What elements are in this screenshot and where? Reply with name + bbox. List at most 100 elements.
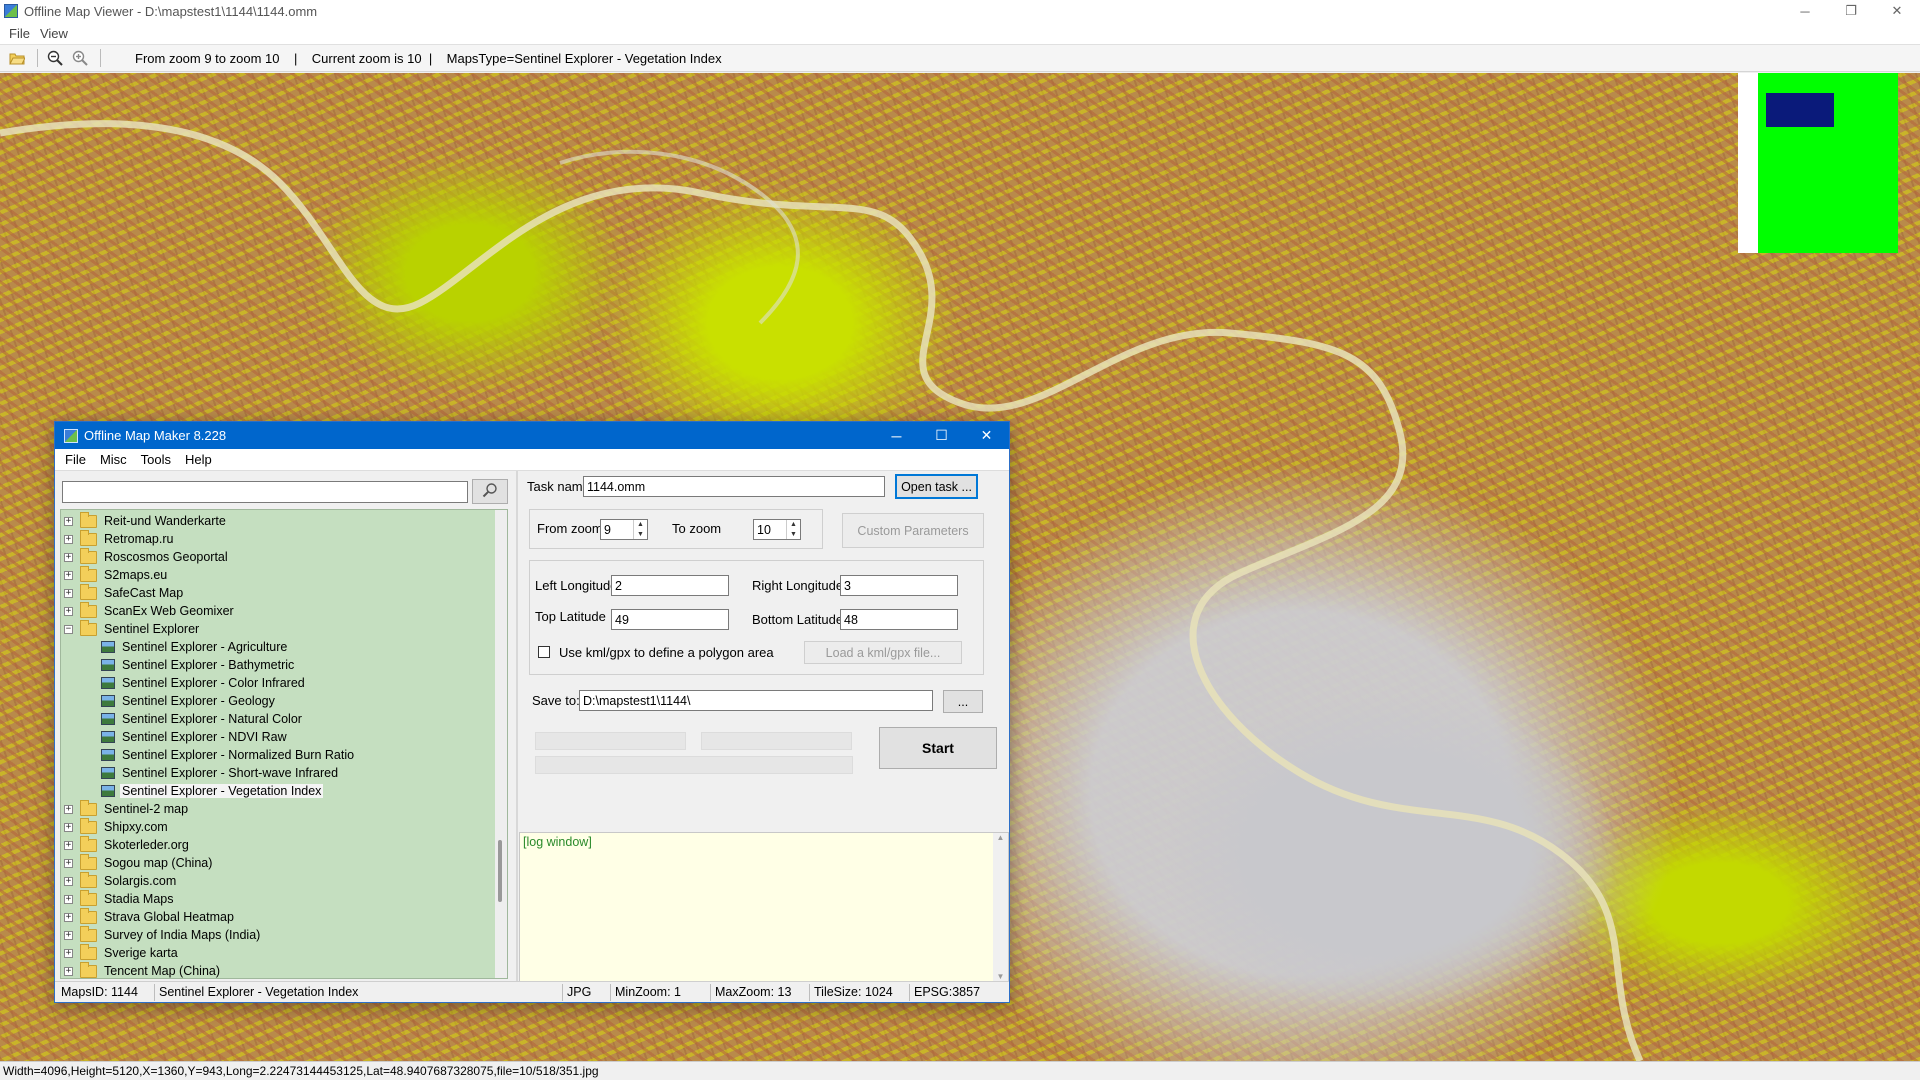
tree-folder-item[interactable]: + Reit-und Wanderkarte <box>61 511 228 530</box>
tree-folder-item[interactable]: + Survey of India Maps (India) <box>61 925 262 944</box>
minimize-button[interactable]: ─ <box>1782 0 1828 22</box>
panel-splitter[interactable] <box>516 471 518 982</box>
scroll-down-icon[interactable]: ▼ <box>993 972 1008 981</box>
spin-up-icon[interactable]: ▲ <box>634 520 647 530</box>
spin-up-icon[interactable]: ▲ <box>787 520 800 530</box>
minimap-viewport[interactable] <box>1766 93 1834 127</box>
tree-item-label: ScanEx Web Geomixer <box>104 604 234 618</box>
tree-item-label: Sentinel Explorer - Geology <box>122 694 275 708</box>
tree-folder-item[interactable]: + Stadia Maps <box>61 889 175 908</box>
minimap[interactable] <box>1738 73 1898 253</box>
start-button[interactable]: Start <box>879 727 997 769</box>
expand-icon[interactable]: + <box>64 534 73 544</box>
tree-folder-item[interactable]: + Retromap.ru <box>61 529 175 548</box>
bottom-latitude-input[interactable] <box>840 609 958 630</box>
status-map-name: Sentinel Explorer - Vegetation Index <box>155 984 563 1001</box>
tree-map-item[interactable]: Sentinel Explorer - Vegetation Index <box>61 782 324 800</box>
expand-icon[interactable]: + <box>64 948 73 958</box>
map-source-tree[interactable]: + Reit-und Wanderkarte + Retromap.ru + Roscos… <box>60 509 508 979</box>
to-zoom-spinner[interactable]: 10 ▲ ▼ <box>753 519 801 540</box>
expand-icon[interactable]: + <box>64 966 73 976</box>
dialog-menu-tools[interactable]: Tools <box>134 452 178 467</box>
expand-icon[interactable]: + <box>64 876 73 886</box>
tree-map-item[interactable]: Sentinel Explorer - NDVI Raw <box>61 728 289 746</box>
tree-map-item[interactable]: Sentinel Explorer - Bathymetric <box>61 656 296 674</box>
save-to-input[interactable] <box>579 690 933 711</box>
expand-icon[interactable]: + <box>64 552 73 562</box>
expand-icon[interactable]: + <box>64 930 73 940</box>
app-toolbar: From zoom 9 to zoom 10 | Current zoom is… <box>0 44 1920 72</box>
tree-map-item[interactable]: Sentinel Explorer - Short-wave Infrared <box>61 764 340 782</box>
tree-map-item[interactable]: Sentinel Explorer - Natural Color <box>61 710 304 728</box>
task-name-input[interactable] <box>583 476 885 497</box>
search-button[interactable] <box>472 479 508 504</box>
tree-folder-item[interactable]: + Solargis.com <box>61 871 178 890</box>
scroll-up-icon[interactable]: ▲ <box>993 833 1008 842</box>
log-scrollbar[interactable]: ▲ ▼ <box>993 833 1008 981</box>
spin-down-icon[interactable]: ▼ <box>787 530 800 540</box>
tree-map-item[interactable]: Sentinel Explorer - Normalized Burn Rati… <box>61 746 356 764</box>
tree-scrollbar[interactable] <box>495 510 507 978</box>
open-task-button[interactable]: Open task ... <box>895 474 978 499</box>
tree-folder-item[interactable]: − Sentinel Explorer <box>61 619 201 638</box>
expand-icon[interactable]: + <box>64 588 73 598</box>
kml-polygon-checkbox[interactable] <box>538 646 550 658</box>
tree-folder-item[interactable]: + Tencent Map (China) <box>61 961 222 978</box>
tree-folder-item[interactable]: + SafeCast Map <box>61 583 185 602</box>
tree-folder-item[interactable]: + Strava Global Heatmap <box>61 907 236 926</box>
expand-icon[interactable]: + <box>64 822 73 832</box>
expand-icon[interactable]: + <box>64 516 73 526</box>
tree-map-item[interactable]: Sentinel Explorer - Agriculture <box>61 638 289 656</box>
expand-icon[interactable]: + <box>64 840 73 850</box>
tree-folder-item[interactable]: + Sogou map (China) <box>61 853 214 872</box>
folder-icon <box>80 511 97 528</box>
expand-icon[interactable]: + <box>64 912 73 922</box>
tree-folder-item[interactable]: + Shipxy.com <box>61 817 170 836</box>
menu-view[interactable]: View <box>35 26 73 41</box>
top-latitude-input[interactable] <box>611 609 729 630</box>
restore-button[interactable]: ❐ <box>1828 0 1874 22</box>
tree-item-label: Stadia Maps <box>104 892 174 906</box>
log-window[interactable]: [log window] ▲ ▼ <box>519 832 1009 982</box>
tree-scroll-thumb[interactable] <box>498 840 502 902</box>
zoom-out-icon[interactable] <box>44 47 66 69</box>
tree-folder-item[interactable]: + S2maps.eu <box>61 565 169 584</box>
right-longitude-input[interactable] <box>840 575 958 596</box>
dialog-close-button[interactable]: ✕ <box>964 422 1009 449</box>
app-title-bar: Offline Map Viewer - D:\mapstest1\1144\1… <box>0 0 1920 22</box>
tree-map-item[interactable]: Sentinel Explorer - Geology <box>61 692 277 710</box>
menu-file[interactable]: File <box>4 26 35 41</box>
tree-item-label: Strava Global Heatmap <box>104 910 234 924</box>
left-longitude-input[interactable] <box>611 575 729 596</box>
open-folder-icon[interactable] <box>6 47 28 69</box>
tree-folder-item[interactable]: + Sverige karta <box>61 943 180 962</box>
close-button[interactable]: ✕ <box>1874 0 1920 22</box>
dialog-maximize-button[interactable]: ☐ <box>919 422 964 449</box>
expand-icon[interactable]: + <box>64 570 73 580</box>
browse-button[interactable]: ... <box>943 690 983 713</box>
tree-folder-item[interactable]: + Skoterleder.org <box>61 835 191 854</box>
tree-folder-item[interactable]: + ScanEx Web Geomixer <box>61 601 236 620</box>
spin-down-icon[interactable]: ▼ <box>634 530 647 540</box>
dialog-menu-help[interactable]: Help <box>178 452 219 467</box>
zoom-in-icon[interactable] <box>69 47 91 69</box>
tree-folder-item[interactable]: + Sentinel-2 map <box>61 799 190 818</box>
dialog-title-bar[interactable]: Offline Map Maker 8.228 ─ ☐ ✕ <box>55 422 1009 449</box>
expand-icon[interactable]: + <box>64 858 73 868</box>
tree-item-label: Sentinel Explorer - Short-wave Infrared <box>122 766 339 780</box>
collapse-icon[interactable]: − <box>64 624 73 634</box>
dialog-menu-file[interactable]: File <box>58 452 93 467</box>
tree-item-label: Sentinel-2 map <box>104 802 189 816</box>
map-search-input[interactable] <box>62 481 468 503</box>
expand-icon[interactable]: + <box>64 804 73 814</box>
load-kml-button[interactable]: Load a kml/gpx file... <box>804 641 962 664</box>
expand-icon[interactable]: + <box>64 894 73 904</box>
tree-folder-item[interactable]: + Roscosmos Geoportal <box>61 547 230 566</box>
tree-map-item[interactable]: Sentinel Explorer - Color Infrared <box>61 674 307 692</box>
dialog-minimize-button[interactable]: ─ <box>874 422 919 449</box>
expand-icon[interactable]: + <box>64 606 73 616</box>
tree-item-label: Tencent Map (China) <box>104 964 221 978</box>
custom-parameters-button[interactable]: Custom Parameters <box>842 513 984 548</box>
dialog-menu-misc[interactable]: Misc <box>93 452 134 467</box>
from-zoom-spinner[interactable]: 9 ▲ ▼ <box>600 519 648 540</box>
